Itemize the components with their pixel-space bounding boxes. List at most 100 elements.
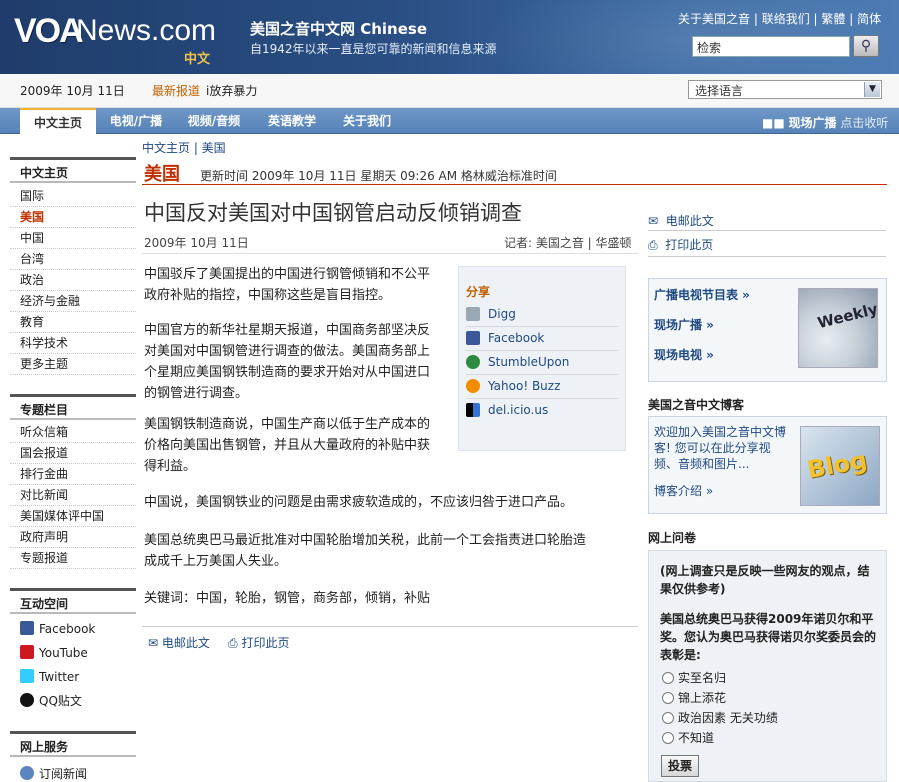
program-schedule-link[interactable]: 广播电视节目表 »	[654, 286, 750, 303]
sidebar-item-taiwan[interactable]: 台湾	[10, 249, 136, 270]
sidebar-head-services[interactable]: 网上服务	[10, 731, 136, 757]
language-select-value: 选择语言	[695, 84, 744, 98]
sidebar-item-facebook[interactable]: Facebook	[10, 619, 136, 640]
sidebar-head-topics[interactable]: 专题栏目	[10, 394, 136, 420]
site-subtitle: 自1942年以来一直是您可靠的新闻和信息来源	[250, 42, 497, 56]
voa-logo[interactable]: VOA News.com 中文	[14, 12, 224, 66]
sidebar-item-youtube[interactable]: YouTube	[10, 643, 136, 664]
radio-button[interactable]	[662, 732, 674, 744]
sidebar-item-twitter[interactable]: Twitter	[10, 667, 136, 688]
search-button[interactable]: ⚲	[853, 35, 879, 57]
share-stumbleupon-label: StumbleUpon	[488, 355, 570, 369]
sidebar-item-economy[interactable]: 经济与金融	[10, 291, 136, 312]
text-line: 中国驳斥了美国提出的中国进行钢管倾销和不公平	[144, 267, 431, 282]
tab-home[interactable]: 中文主页	[20, 108, 96, 134]
share-yahoo-buzz-label: Yahoo! Buzz	[488, 379, 561, 393]
top-link-contact[interactable]: 联络我们	[762, 12, 810, 26]
share-facebook-label: Facebook	[488, 331, 545, 345]
weekly-calendar-image[interactable]: Weekly	[798, 288, 878, 368]
sidebar-head-interactive[interactable]: 互动空间	[10, 588, 136, 614]
sidebar-item-gov-statements[interactable]: 政府声明	[10, 527, 136, 548]
poll-section-title: 网上问卷	[648, 531, 697, 545]
top-link-traditional[interactable]: 繁體	[821, 12, 845, 26]
sidebar-item-more[interactable]: 更多主题	[10, 354, 136, 375]
sidebar-item-science[interactable]: 科学技术	[10, 333, 136, 354]
tab-video-audio[interactable]: 视频/音频	[178, 108, 250, 134]
email-article-link[interactable]: ✉ 电邮此文	[148, 634, 210, 651]
share-digg[interactable]: Digg	[466, 303, 618, 327]
live-broadcast-link[interactable]: ■■ 现场广播 点击收听	[762, 114, 888, 131]
sidebar-item-education[interactable]: 教育	[10, 312, 136, 333]
sidebar-item-special-reports[interactable]: 专题报道	[10, 548, 136, 569]
print-article-link[interactable]: ⎙ 打印此页	[228, 634, 289, 651]
live-radio-link[interactable]: 现场广播 »	[654, 316, 714, 333]
sidebar-item-congress[interactable]: 国会报道	[10, 443, 136, 464]
vote-button[interactable]: 投票	[661, 755, 699, 777]
envelope-icon: ✉	[148, 636, 159, 650]
sidebar-item-youtube-label: YouTube	[39, 646, 88, 660]
article-paragraph-3: 美国钢铁制造商说，中国生产商以低于生产成本的 价格向美国出售钢管，并且从大量政府…	[144, 414, 430, 477]
qq-icon	[20, 693, 34, 707]
radio-button[interactable]	[662, 672, 674, 684]
latest-news-ticker[interactable]: i放弃暴力	[206, 82, 257, 99]
share-stumbleupon[interactable]: StumbleUpon	[466, 351, 618, 375]
share-title: 分享	[466, 285, 491, 299]
text-line: 政府补贴的指控，中国称这些是盲目指控。	[144, 288, 392, 303]
live-tv-link[interactable]: 现场电视 »	[654, 346, 714, 363]
text-line: 中国官方的新华社星期天报道，中国商务部坚决反	[144, 323, 431, 338]
share-delicious[interactable]: del.icio.us	[466, 399, 618, 423]
tab-tv-radio[interactable]: 电视/广播	[100, 108, 172, 134]
sidebar-item-politics[interactable]: 政治	[10, 270, 136, 291]
share-yahoo-buzz[interactable]: Yahoo! Buzz	[466, 375, 618, 399]
right-print-link[interactable]: ⎙ 打印此页	[648, 236, 713, 253]
yahoo-buzz-icon	[466, 379, 480, 393]
share-facebook[interactable]: Facebook	[466, 327, 618, 351]
sidebar-item-subscribe[interactable]: 订阅新闻	[10, 764, 136, 782]
sidebar-item-mailbag[interactable]: 听众信箱	[10, 422, 136, 443]
sidebar-item-qq[interactable]: QQ贴文	[10, 691, 136, 712]
tab-about-us[interactable]: 关于我们	[334, 108, 400, 134]
poll-option-1[interactable]: 实至名归	[662, 669, 726, 686]
right-email-label: 电邮此文	[665, 214, 714, 228]
blog-intro-link[interactable]: 博客介绍 »	[654, 482, 713, 499]
sidebar-item-international[interactable]: 国际	[10, 186, 136, 207]
language-select[interactable]: 选择语言 ▼	[688, 80, 882, 99]
sidebar-item-media-review[interactable]: 美国媒体评中国	[10, 506, 136, 527]
radio-button[interactable]	[662, 692, 674, 704]
sidebar-item-charts[interactable]: 排行金曲	[10, 464, 136, 485]
logo-text: News.com	[76, 14, 217, 47]
facebook-icon	[20, 621, 34, 635]
top-link-simplified[interactable]: 简体	[857, 12, 881, 26]
latest-news-label: 最新报道	[152, 84, 201, 98]
right-email-link[interactable]: ✉ 电邮此文	[648, 212, 714, 229]
live-sub: 点击收听	[840, 116, 889, 130]
article-paragraph-2: 中国官方的新华社星期天报道，中国商务部坚决反 对美国对中国钢管进行调查的做法。美…	[144, 320, 430, 404]
article-byline: 记者: 美国之音 | 华盛顿	[504, 236, 632, 250]
poll-option-3[interactable]: 政治因素 无关功绩	[662, 709, 778, 726]
article-date: 2009年 10月 11日	[144, 236, 249, 250]
breadcrumb[interactable]: 中文主页 | 美国	[142, 139, 226, 156]
text-line: 价格向美国出售钢管，并且从大量政府的补贴中获	[144, 438, 431, 453]
search-icon: ⚲	[860, 38, 872, 54]
sidebar-item-usa[interactable]: 美国	[10, 207, 136, 228]
delicious-icon	[466, 403, 480, 417]
poll-option-2[interactable]: 锦上添花	[662, 689, 726, 706]
text-line: 美国钢铁制造商说，中国生产商以低于生产成本的	[144, 417, 431, 432]
top-link-about[interactable]: 关于美国之音	[678, 12, 750, 26]
poll-option-4[interactable]: 不知道	[662, 729, 714, 746]
blog-description[interactable]: 欢迎加入美国之音中文博客! 您可以在此分享视频、音频和图片...	[654, 424, 794, 472]
radio-button[interactable]	[662, 712, 674, 724]
youtube-icon	[20, 645, 34, 659]
blog-image[interactable]: Blog	[800, 426, 880, 506]
top-links: 关于美国之音 | 联络我们 | 繁體 | 简体	[678, 12, 882, 26]
sidebar-item-china[interactable]: 中国	[10, 228, 136, 249]
search-input[interactable]: 检索	[692, 36, 850, 57]
text-line: 中国说，美国钢铁业的问题是由需求疲软造成的，不应该归咎于进口产品。	[144, 495, 574, 510]
blog-image-text: Blog	[805, 445, 870, 485]
print-article-label: 打印此页	[241, 636, 290, 650]
chevron-down-icon: ▼	[864, 82, 880, 97]
email-article-label: 电邮此文	[161, 636, 210, 650]
sidebar-item-compare-news[interactable]: 对比新闻	[10, 485, 136, 506]
tab-english-learning[interactable]: 英语教学	[256, 108, 328, 134]
sidebar-head-main[interactable]: 中文主页	[10, 157, 136, 183]
